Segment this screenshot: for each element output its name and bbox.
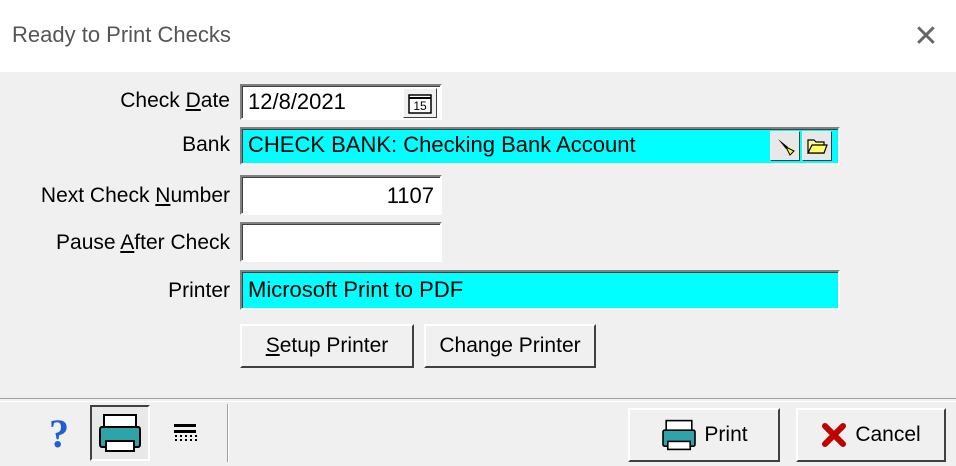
help-button[interactable]: ? [34,402,84,464]
close-icon[interactable]: ✕ [896,0,956,72]
printer-value: Microsoft Print to PDF [248,277,464,302]
bank-browse-button[interactable] [802,131,832,161]
pause-after-check-label: Pause After Check [56,231,230,254]
print-label: Print [704,423,748,446]
pause-after-check-input[interactable] [240,222,442,262]
printer-label: Printer [168,279,230,302]
printer-toggle-button[interactable] [90,405,150,461]
next-check-number-label: Next Check Number [40,184,230,207]
check-date-value: 12/8/2021 [248,89,346,114]
folder-open-icon [807,139,828,154]
print-preview-button[interactable] [160,402,210,464]
help-icon: ? [49,410,69,456]
printer-icon [99,414,141,452]
calendar-button[interactable]: 15 [403,88,437,118]
print-button[interactable]: Print [628,408,780,462]
footer-separator [0,398,956,402]
print-checks-dialog: Ready to Print Checks ✕ Check Date 12/8/… [0,0,956,466]
print-icon [662,419,697,451]
calendar-icon: 15 [408,94,432,114]
cancel-label: Cancel [855,423,921,446]
title-bar: Ready to Print Checks ✕ [0,0,956,72]
check-date-label: Check Date [120,89,230,112]
flashlight-icon [778,139,795,156]
dialog-title: Ready to Print Checks [12,22,231,47]
cancel-button[interactable]: Cancel [796,408,946,462]
next-check-number-input[interactable]: 1107 [240,175,442,215]
bank-lookup-button[interactable] [770,131,800,161]
bank-field[interactable]: CHECK BANK: Checking Bank Account [240,127,840,165]
setup-printer-button[interactable]: Setup Printer [240,324,414,368]
cancel-x-icon [822,423,847,447]
toolbar-divider [227,404,229,462]
dot-matrix-icon [174,424,197,442]
bank-label: Bank [182,133,230,156]
change-printer-button[interactable]: Change Printer [424,324,596,368]
printer-field[interactable]: Microsoft Print to PDF [240,270,840,310]
svg-text:15: 15 [413,99,427,113]
bank-value: CHECK BANK: Checking Bank Account [248,132,636,157]
